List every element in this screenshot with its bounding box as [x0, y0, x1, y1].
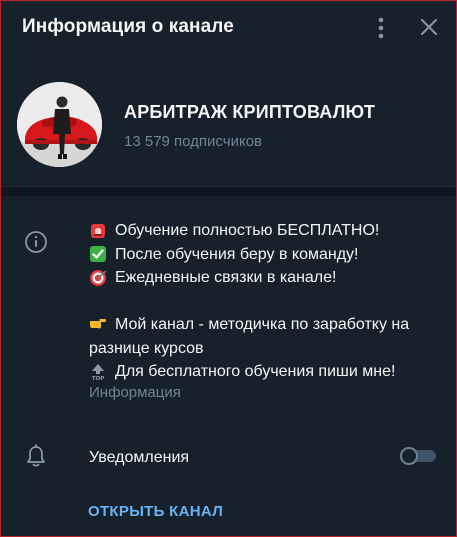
- description-line: TOP Для бесплатного обучения пиши мне!: [89, 360, 439, 384]
- direct-hit-emoji: [90, 269, 107, 286]
- top-arrow-emoji: TOP: [92, 363, 104, 381]
- channel-avatar[interactable]: [17, 82, 102, 167]
- info-icon: [24, 230, 48, 254]
- channel-profile: АРБИТРАЖ КРИПТОВАЛЮТ 13 579 подписчиков: [1, 55, 456, 186]
- description-text: Мой канал - методичка по заработку на ра…: [89, 316, 410, 357]
- rotating-light-emoji: [91, 223, 105, 238]
- subscriber-count: 13 579 подписчиков: [124, 133, 263, 150]
- description-line: Мой канал - методичка по заработку на ра…: [89, 313, 439, 360]
- notifications-row[interactable]: Уведомления: [1, 434, 456, 480]
- description-text: Ежедневные связки в канале!: [115, 269, 337, 286]
- dialog-header: Информация о канале: [1, 1, 456, 55]
- svg-text:TOP: TOP: [92, 376, 104, 381]
- toggle-knob: [400, 447, 418, 465]
- bell-icon: [25, 444, 47, 468]
- description-line: Обучение полностью БЕСПЛАТНО!: [89, 219, 439, 243]
- section-divider: [1, 186, 456, 196]
- description-text: Для бесплатного обучения пиши мне!: [115, 363, 396, 380]
- info-section: Обучение полностью БЕСПЛАТНО! После обуч…: [1, 196, 456, 421]
- info-label: Информация: [89, 384, 181, 401]
- notifications-label: Уведомления: [89, 449, 190, 466]
- close-button[interactable]: [417, 15, 441, 39]
- dialog-title: Информация о канале: [22, 16, 234, 37]
- description-text: После обучения беру в команду!: [115, 245, 359, 263]
- channel-description: Обучение полностью БЕСПЛАТНО! После обуч…: [89, 219, 439, 384]
- description-line: После обучения беру в команду!: [89, 243, 439, 267]
- avatar-image: [17, 82, 102, 167]
- description-text: Обучение полностью БЕСПЛАТНО!: [115, 222, 380, 239]
- more-menu-button[interactable]: [369, 14, 393, 42]
- check-mark-button-emoji: [90, 246, 106, 263]
- open-channel-button[interactable]: ОТКРЫТЬ КАНАЛ: [88, 503, 223, 520]
- backhand-index-pointing-right-emoji: [90, 319, 107, 329]
- channel-info-dialog: Информация о канале АРБИТРАЖ КРИПТОВАЛЮТ…: [0, 0, 457, 537]
- notifications-toggle[interactable]: [400, 447, 436, 465]
- description-blank-line: [89, 290, 439, 314]
- vertical-dots-icon: [378, 17, 384, 39]
- close-icon: [421, 19, 437, 35]
- channel-name: АРБИТРАЖ КРИПТОВАЛЮТ: [124, 102, 376, 122]
- description-line: Ежедневные связки в канале!: [89, 266, 439, 290]
